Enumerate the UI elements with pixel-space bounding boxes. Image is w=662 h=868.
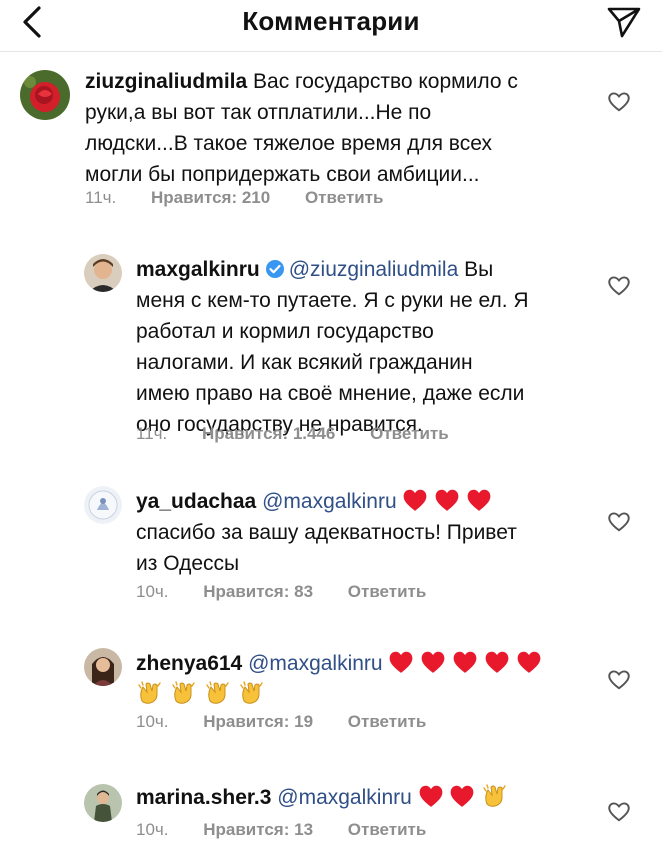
comment-meta: 11ч. Нравится: 1.446 Ответить bbox=[136, 424, 449, 444]
comment-meta: 11ч. Нравится: 210 Ответить bbox=[85, 188, 384, 208]
emoji-row bbox=[418, 784, 510, 809]
person-avatar-image bbox=[84, 254, 122, 292]
comment-text-line: руки,а вы вот так отплатили...Не по bbox=[85, 101, 432, 124]
comment-text-line: из Одессы bbox=[136, 552, 240, 575]
likes-count[interactable]: Нравится: 83 bbox=[203, 582, 313, 602]
comment-item: maxgalkinru @ziuzginaliudmila Вы меня с к… bbox=[0, 248, 662, 448]
comment-text: zhenya614 @maxgalkinru bbox=[136, 648, 596, 710]
comment-item: marina.sher.3 @maxgalkinru 10ч. Нравится… bbox=[0, 776, 662, 866]
share-button[interactable] bbox=[602, 2, 646, 42]
timestamp: 11ч. bbox=[136, 424, 168, 443]
timestamp: 10ч. bbox=[136, 712, 169, 731]
comment-text-line: налогами. И как всякий гражданин bbox=[136, 351, 473, 374]
like-button[interactable] bbox=[606, 272, 632, 298]
reply-button[interactable]: Ответить bbox=[305, 188, 384, 208]
mention-link[interactable]: @ziuzginaliudmila bbox=[289, 258, 459, 281]
mention-link[interactable]: @maxgalkinru bbox=[277, 786, 412, 809]
comment-meta: 10ч. Нравится: 19 Ответить bbox=[136, 712, 426, 732]
username[interactable]: marina.sher.3 bbox=[136, 786, 271, 809]
reply-button[interactable]: Ответить bbox=[348, 582, 427, 602]
timestamp: 11ч. bbox=[85, 188, 117, 207]
clapping-hands-emoji-icon bbox=[205, 681, 229, 704]
red-heart-emoji-icon bbox=[467, 489, 491, 511]
comment-item: ziuzginaliudmila Вас государство кормило… bbox=[0, 60, 662, 220]
username[interactable]: maxgalkinru bbox=[136, 258, 260, 281]
avatar[interactable] bbox=[84, 648, 122, 686]
avatar[interactable] bbox=[84, 254, 122, 292]
comment-text-line: спасибо за вашу адекватность! Привет bbox=[136, 521, 517, 544]
clapping-hands-emoji-icon bbox=[172, 681, 195, 704]
username[interactable]: ya_udachaa bbox=[136, 490, 256, 513]
like-button[interactable] bbox=[606, 666, 632, 692]
red-heart-emoji-icon bbox=[485, 651, 509, 673]
send-icon bbox=[607, 7, 641, 38]
like-button[interactable] bbox=[606, 798, 632, 824]
likes-count[interactable]: Нравится: 210 bbox=[151, 188, 270, 208]
likes-count[interactable]: Нравится: 19 bbox=[203, 712, 313, 732]
heart-outline-icon bbox=[608, 512, 630, 532]
username[interactable]: ziuzginaliudmila bbox=[85, 70, 247, 93]
comment-text: marina.sher.3 @maxgalkinru bbox=[136, 782, 596, 813]
emoji-row bbox=[402, 489, 492, 513]
timestamp: 10ч. bbox=[136, 582, 169, 601]
mention-link[interactable]: @maxgalkinru bbox=[262, 490, 397, 513]
likes-count[interactable]: Нравится: 1.446 bbox=[202, 424, 335, 444]
comment-text-line: меня с кем-то путаете. Я с руки не ел. Я bbox=[136, 289, 529, 312]
red-heart-emoji-icon bbox=[451, 785, 474, 807]
rose-avatar-image bbox=[20, 70, 70, 120]
red-heart-emoji-icon bbox=[453, 651, 477, 673]
emoji-row bbox=[136, 679, 596, 710]
red-heart-emoji-icon bbox=[517, 651, 541, 673]
comment-text: ya_udachaa @maxgalkinru спасибо за вашу … bbox=[136, 486, 596, 579]
header-bar: Комментарии bbox=[0, 0, 662, 52]
illustration-avatar-image bbox=[84, 486, 122, 524]
heart-outline-icon bbox=[608, 276, 630, 296]
verified-badge-icon bbox=[265, 260, 284, 278]
comment-text: ziuzginaliudmila Вас государство кормило… bbox=[85, 66, 605, 190]
heart-outline-icon bbox=[608, 802, 630, 822]
comment-item: zhenya614 @maxgalkinru 10ч. Нравится: 19… bbox=[0, 640, 662, 750]
person-avatar-image bbox=[84, 648, 122, 686]
comment-text: maxgalkinru @ziuzginaliudmila Вы меня с к… bbox=[136, 254, 596, 440]
comment-item: ya_udachaa @maxgalkinru спасибо за вашу … bbox=[0, 478, 662, 618]
likes-count[interactable]: Нравится: 13 bbox=[203, 820, 313, 840]
red-heart-emoji-icon bbox=[419, 785, 443, 807]
page-title: Комментарии bbox=[242, 6, 420, 36]
timestamp: 10ч. bbox=[136, 820, 169, 839]
comment-text-line: людски...В такое тяжелое время для всех bbox=[85, 132, 492, 155]
clapping-hands-emoji-icon bbox=[239, 681, 263, 704]
avatar[interactable] bbox=[84, 784, 122, 822]
mention-link[interactable]: @maxgalkinru bbox=[248, 652, 383, 675]
comment-text-line: имею право на своё мнение, даже если bbox=[136, 382, 525, 405]
person-avatar-image bbox=[84, 784, 122, 822]
red-heart-emoji-icon bbox=[435, 489, 459, 511]
comment-text-line: Вас государство кормило с bbox=[247, 70, 518, 93]
like-button[interactable] bbox=[606, 508, 632, 534]
heart-outline-icon bbox=[608, 670, 630, 690]
red-heart-emoji-icon bbox=[421, 651, 445, 673]
heart-outline-icon bbox=[608, 92, 630, 112]
username[interactable]: zhenya614 bbox=[136, 652, 242, 675]
comment-meta: 10ч. Нравится: 83 Ответить bbox=[136, 582, 426, 602]
reply-button[interactable]: Ответить bbox=[348, 820, 427, 840]
comment-text-line: могли бы попридержать свои амбиции... bbox=[85, 163, 480, 186]
red-heart-emoji-icon bbox=[390, 651, 413, 673]
clapping-hands-emoji-icon bbox=[483, 784, 507, 807]
clapping-hands-emoji-icon bbox=[138, 681, 161, 704]
reply-button[interactable]: Ответить bbox=[370, 424, 449, 444]
comment-text-line: Вы bbox=[458, 258, 494, 281]
comment-text-line: работал и кормил государство bbox=[136, 320, 434, 343]
avatar[interactable] bbox=[84, 486, 122, 524]
red-heart-emoji-icon bbox=[404, 489, 427, 511]
comment-meta: 10ч. Нравится: 13 Ответить bbox=[136, 820, 426, 840]
avatar[interactable] bbox=[20, 70, 70, 120]
reply-button[interactable]: Ответить bbox=[348, 712, 427, 732]
like-button[interactable] bbox=[606, 88, 632, 114]
emoji-row bbox=[388, 651, 541, 675]
